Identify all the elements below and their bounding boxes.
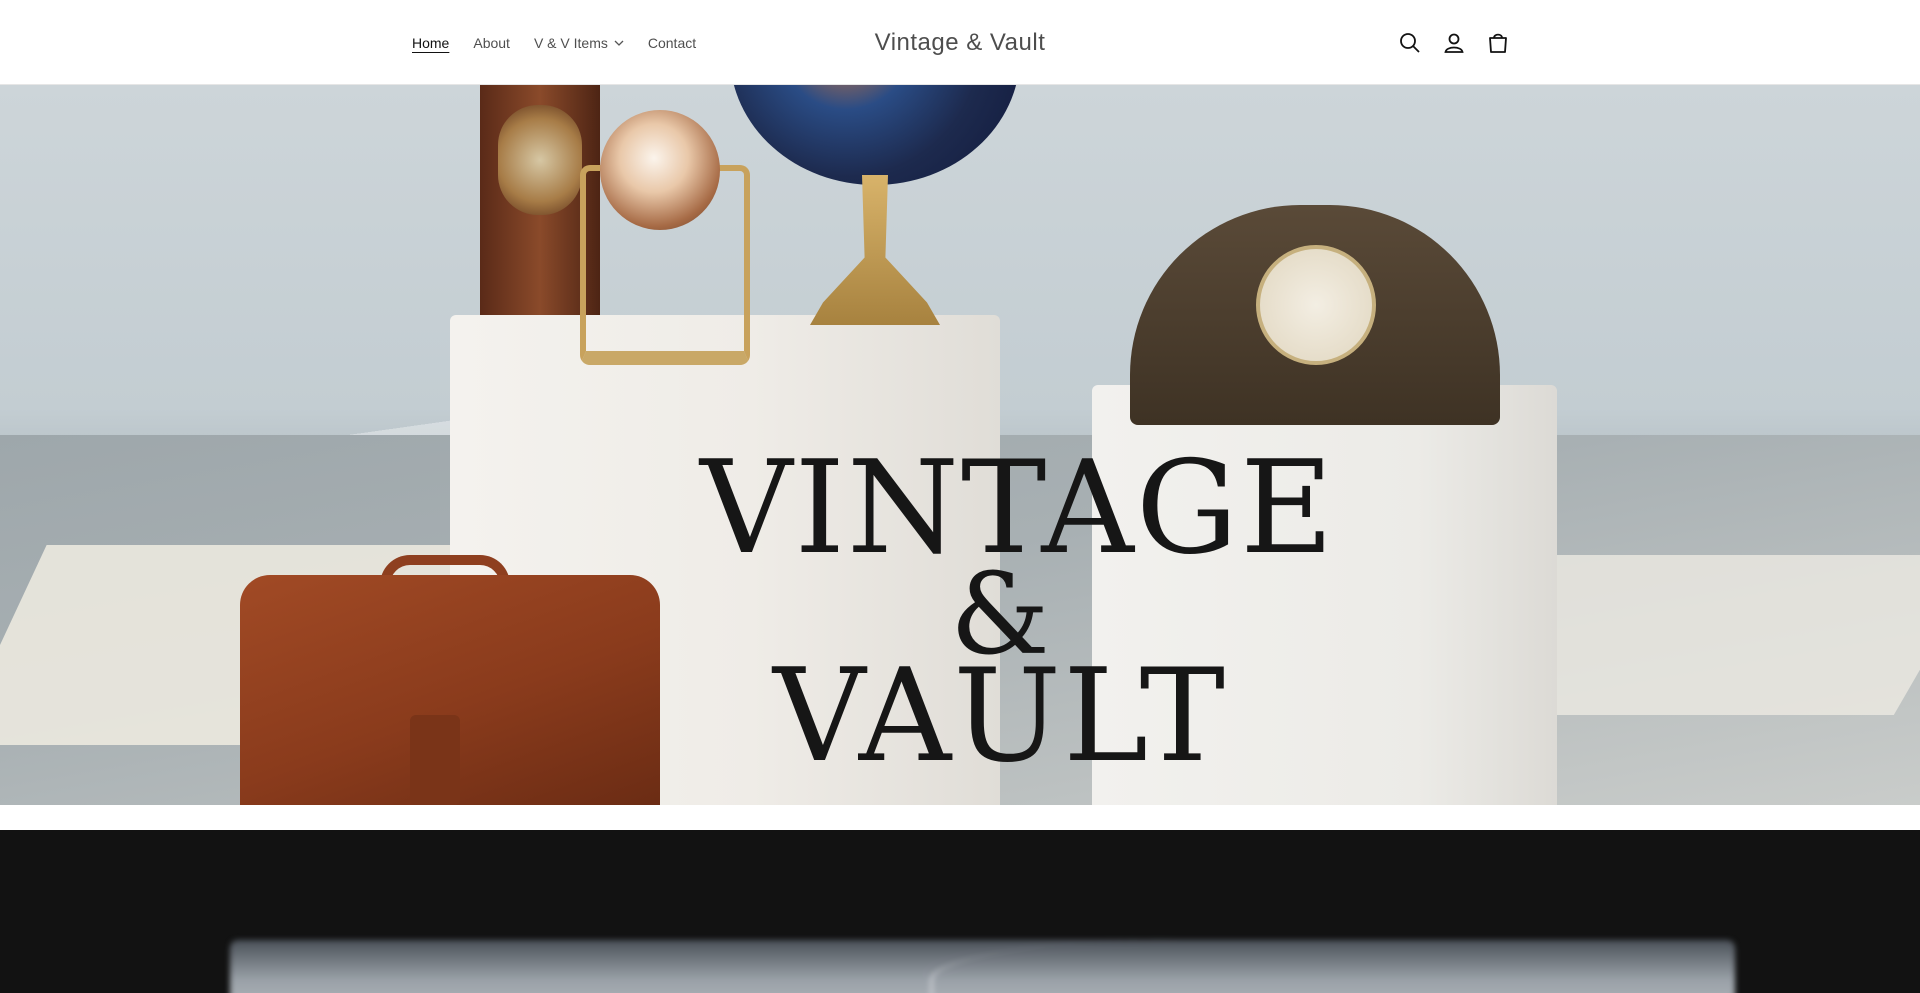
hero-banner: VINTAGE & VAULT: [0, 85, 1920, 805]
search-icon[interactable]: [1398, 31, 1422, 55]
nav-items-label: V & V Items: [533, 34, 608, 51]
header-icons: [1398, 0, 1510, 85]
small-globe-image: [600, 110, 720, 230]
nav-home-link[interactable]: Home: [412, 35, 449, 51]
account-icon[interactable]: [1442, 31, 1466, 55]
large-globe-image: [730, 85, 1020, 185]
featured-image: [230, 940, 1735, 993]
brand-container: Vintage & Vault: [0, 0, 1920, 85]
nav-contact-link[interactable]: Contact: [648, 35, 696, 51]
hero-title-vault: VAULT: [773, 642, 1227, 791]
brand-logo-text[interactable]: Vintage & Vault: [875, 29, 1046, 57]
hero-logo-title: VINTAGE & VAULT: [700, 445, 1334, 791]
main-nav: Home About V & V Items Contact: [400, 0, 708, 85]
featured-section: [0, 830, 1920, 993]
nav-about-link[interactable]: About: [473, 35, 510, 51]
clock-face: [1256, 245, 1376, 365]
cart-icon[interactable]: [1486, 31, 1510, 55]
nav-items-dropdown[interactable]: V & V Items: [534, 35, 624, 51]
chevron-down-icon: [614, 40, 624, 46]
site-header: Home About V & V Items Contact Vintage &…: [0, 0, 1920, 85]
bag-strap: [410, 715, 460, 805]
globe-stand-image: [810, 175, 940, 325]
